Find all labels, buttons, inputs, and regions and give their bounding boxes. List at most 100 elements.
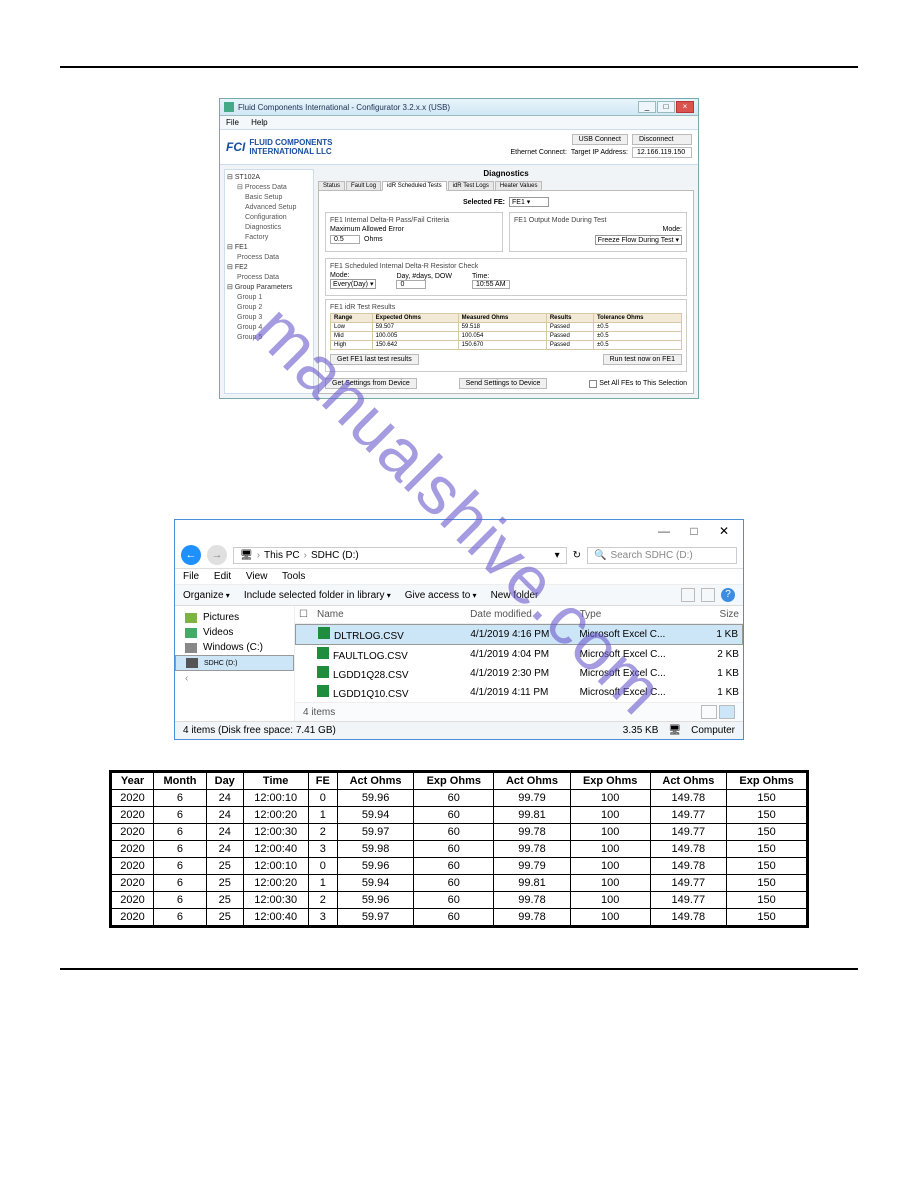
res-cell: Passed — [546, 341, 593, 350]
col-name[interactable]: Name — [317, 609, 470, 620]
minimize-button[interactable]: _ — [638, 101, 656, 113]
tree-g3[interactable]: Group 3 — [227, 313, 311, 323]
tree-g1[interactable]: Group 1 — [227, 293, 311, 303]
col-date[interactable]: Date modified — [470, 609, 579, 620]
nav-tree[interactable]: ⊟ ST102A ⊟ Process Data Basic Setup Adva… — [224, 169, 314, 394]
get-settings-button[interactable]: Get Settings from Device — [325, 378, 417, 389]
include-button[interactable]: Include selected folder in library — [244, 590, 391, 601]
table-cell: 25 — [206, 858, 243, 875]
back-button[interactable]: ← — [181, 545, 201, 565]
view-options-icon[interactable] — [681, 588, 695, 602]
pictures-icon — [185, 613, 197, 623]
side-pictures[interactable]: Pictures — [175, 610, 294, 625]
table-cell: 150 — [727, 807, 807, 824]
side-sdhc[interactable]: SDHC (D:) — [175, 655, 294, 671]
table-cell: 6 — [154, 841, 207, 858]
forward-button[interactable]: → — [207, 545, 227, 565]
help-icon[interactable]: ? — [721, 588, 735, 602]
table-cell: 100 — [570, 807, 650, 824]
search-input[interactable]: 🔍 Search SDHC (D:) — [587, 547, 737, 564]
tree-g4[interactable]: Group 4 — [227, 323, 311, 333]
selected-fe-select[interactable]: FE1 ▾ — [509, 197, 549, 207]
tree-factory[interactable]: Factory — [227, 233, 311, 243]
tree-fe1[interactable]: ⊟ FE1 — [227, 243, 311, 253]
disconnect-button[interactable]: Disconnect — [632, 134, 692, 145]
tree-process-data[interactable]: ⊟ Process Data — [227, 183, 311, 193]
maximize-button[interactable]: □ — [657, 101, 675, 113]
address-bar[interactable]: 🖥 › This PC › SDHC (D:) ▾ — [233, 547, 567, 564]
breadcrumb-drive[interactable]: SDHC (D:) — [311, 550, 359, 561]
tab-fault[interactable]: Fault Log — [346, 181, 381, 191]
table-cell: 24 — [206, 790, 243, 807]
tree-fe1-pd[interactable]: Process Data — [227, 253, 311, 263]
exp-menu-view[interactable]: View — [246, 571, 268, 582]
set-all-fe-check[interactable]: Set All FEs to This Selection — [589, 378, 687, 389]
refresh-button[interactable]: ↻ — [573, 550, 581, 561]
max-err-input[interactable]: 0.5 — [330, 235, 360, 244]
give-access-button[interactable]: Give access to — [405, 590, 477, 601]
table-cell: 12:00:40 — [243, 909, 308, 926]
view-list-icon[interactable] — [719, 705, 735, 719]
day-input[interactable]: 0 — [396, 280, 426, 289]
side-collapse[interactable]: ‹ — [175, 671, 294, 686]
file-row[interactable]: FAULTLOG.CSV4/1/2019 4:04 PMMicrosoft Ex… — [295, 645, 743, 664]
tree-basic[interactable]: Basic Setup — [227, 193, 311, 203]
table-header: Act Ohms — [650, 773, 727, 790]
table-row: 202062412:00:20159.946099.81100149.77150 — [112, 807, 807, 824]
time-input[interactable]: 10:55 AM — [472, 280, 510, 289]
menu-help[interactable]: Help — [251, 118, 267, 127]
table-cell: 150 — [727, 875, 807, 892]
table-cell: 0 — [308, 790, 337, 807]
exp-menu-file[interactable]: File — [183, 571, 199, 582]
col-size[interactable]: Size — [689, 609, 739, 620]
tab-logs[interactable]: idR Test Logs — [448, 181, 494, 191]
side-windows-c[interactable]: Windows (C:) — [175, 640, 294, 655]
tab-status[interactable]: Status — [318, 181, 345, 191]
tab-scheduled[interactable]: idR Scheduled Tests — [382, 181, 447, 191]
table-header: Exp Ohms — [727, 773, 807, 790]
side-videos[interactable]: Videos — [175, 625, 294, 640]
ohms-label: Ohms — [364, 236, 383, 243]
table-cell: 6 — [154, 892, 207, 909]
file-row[interactable]: LGDD1Q28.CSV4/1/2019 2:30 PMMicrosoft Ex… — [295, 664, 743, 683]
mode2-select[interactable]: Every(Day) ▾ — [330, 279, 376, 289]
close-button[interactable]: × — [676, 101, 694, 113]
exp-menu-edit[interactable]: Edit — [214, 571, 231, 582]
tree-root[interactable]: ⊟ ST102A — [227, 173, 311, 183]
file-row[interactable]: DLTRLOG.CSV4/1/2019 4:16 PMMicrosoft Exc… — [295, 624, 743, 645]
menu-file[interactable]: File — [226, 118, 239, 127]
exp-close[interactable]: ✕ — [709, 524, 739, 538]
table-cell: 100 — [570, 824, 650, 841]
tree-g2[interactable]: Group 2 — [227, 303, 311, 313]
preview-pane-icon[interactable] — [701, 588, 715, 602]
tab-heater[interactable]: Heater Values — [495, 181, 543, 191]
tree-advanced[interactable]: Advanced Setup — [227, 203, 311, 213]
table-cell: 100 — [570, 875, 650, 892]
send-settings-button[interactable]: Send Settings to Device — [459, 378, 548, 389]
tree-fe2[interactable]: ⊟ FE2 — [227, 263, 311, 273]
res-header: Range — [331, 314, 373, 323]
tree-group-params[interactable]: ⊟ Group Parameters — [227, 283, 311, 293]
exp-menu-tools[interactable]: Tools — [282, 571, 305, 582]
table-cell: 3 — [308, 841, 337, 858]
organize-button[interactable]: Organize — [183, 590, 230, 601]
tree-diag[interactable]: Diagnostics — [227, 223, 311, 233]
exp-maximize[interactable]: □ — [679, 524, 709, 538]
exp-minimize[interactable]: — — [649, 524, 679, 538]
tree-fe2-pd[interactable]: Process Data — [227, 273, 311, 283]
new-folder-button[interactable]: New folder — [491, 590, 539, 601]
ip-input[interactable]: 12.166.119.150 — [632, 147, 692, 158]
tree-g5[interactable]: Group 5 — [227, 333, 311, 343]
breadcrumb-pc[interactable]: This PC — [264, 550, 300, 561]
get-results-button[interactable]: Get FE1 last test results — [330, 354, 419, 365]
table-cell: 60 — [414, 909, 494, 926]
view-details-icon[interactable] — [701, 705, 717, 719]
table-cell: 149.78 — [650, 841, 727, 858]
tree-config[interactable]: Configuration — [227, 213, 311, 223]
run-now-button[interactable]: Run test now on FE1 — [603, 354, 682, 365]
mode-select[interactable]: Freeze Flow During Test ▾ — [595, 235, 682, 245]
file-row[interactable]: LGDD1Q10.CSV4/1/2019 4:11 PMMicrosoft Ex… — [295, 683, 743, 702]
usb-connect-button[interactable]: USB Connect — [572, 134, 628, 145]
col-type[interactable]: Type — [580, 609, 689, 620]
col-checkbox[interactable]: ☐ — [299, 609, 317, 620]
